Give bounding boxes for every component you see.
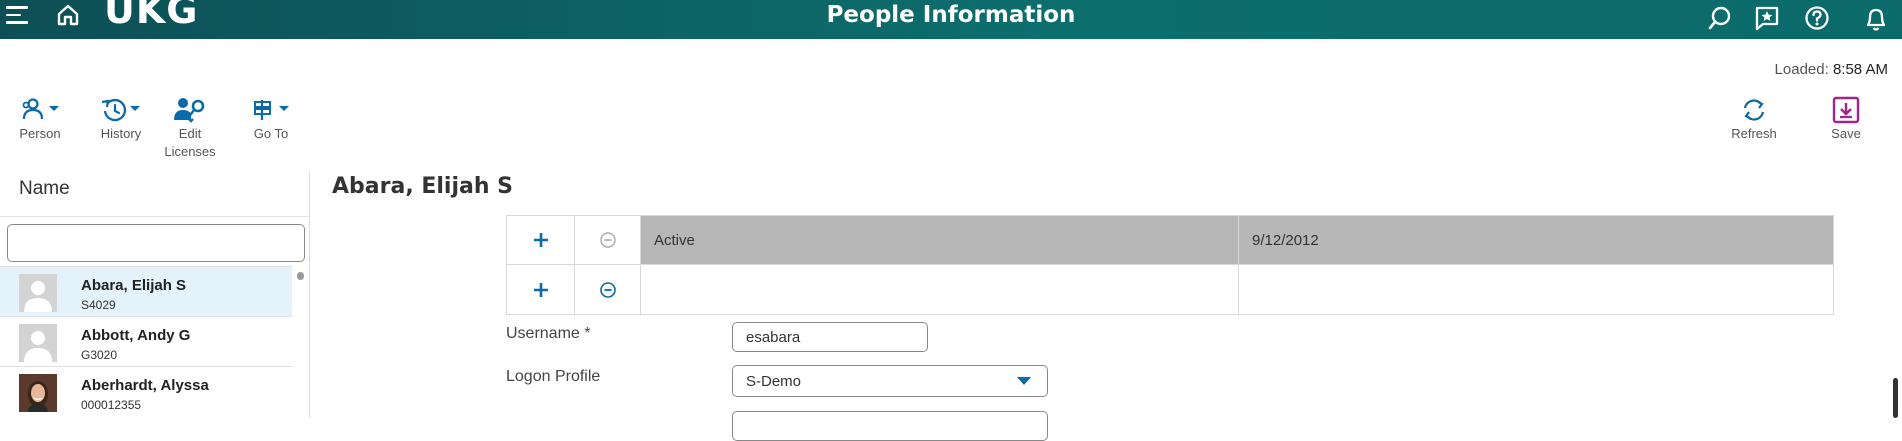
feedback-icon[interactable] [1754,5,1780,35]
save-button[interactable]: Save [1824,95,1868,143]
person-name: Abbott, Andy G [81,327,191,344]
add-row-button[interactable] [507,216,575,264]
goto-button[interactable]: Go To [250,95,292,143]
loaded-time: 8:58 AM [1832,61,1888,78]
search-icon[interactable] [1707,5,1733,35]
avatar [19,324,57,362]
refresh-label: Refresh [1731,126,1777,141]
notifications-icon[interactable] [1862,5,1890,37]
edit-licenses-button[interactable]: Edit Licenses [162,95,218,161]
help-icon[interactable] [1804,5,1830,35]
people-list-panel: Name Abara, Elijah S S4029 Abbott, Andy … [0,170,310,418]
status-cell[interactable]: Active [641,216,1239,264]
page-title: People Information [826,2,1076,28]
person-title: Abara, Elijah S [332,174,513,199]
person-icon [16,95,64,125]
chevron-down-icon [1017,377,1031,385]
history-button[interactable]: History [96,95,146,143]
plus-icon [533,282,548,297]
status-grid: Active 9/12/2012 [506,215,1834,315]
person-id: 000012355 [81,398,142,412]
list-item[interactable]: Abara, Elijah S S4029 [0,266,292,316]
person-button[interactable]: Person [16,95,64,143]
username-input[interactable]: esabara [732,322,928,352]
person-name: Abara, Elijah S [81,277,187,294]
name-filter-input[interactable] [7,224,305,262]
list-scrollbar[interactable] [297,272,304,280]
remove-row-button[interactable] [575,216,641,264]
logon-profile-value: S-Demo [746,372,802,390]
history-icon [96,95,146,125]
logon-profile-label: Logon Profile [506,368,601,385]
person-label: Person [19,126,61,141]
avatar [19,274,57,312]
add-row-button[interactable] [507,265,575,314]
plus-icon [533,233,548,247]
history-label: History [100,126,142,141]
next-field-input[interactable] [732,411,1048,441]
name-column-header[interactable]: Name [19,178,70,200]
person-id: S4029 [81,298,116,312]
save-icon [1824,95,1868,125]
person-id: G3020 [81,348,118,362]
top-header: UKG People Information [0,0,1902,39]
edit-licenses-label-1: Edit [178,126,202,141]
person-name: Aberhardt, Alyssa [81,377,209,394]
people-list: Abara, Elijah S S4029 Abbott, Andy G G30… [0,266,292,416]
loaded-label: Loaded: [1774,61,1829,78]
username-label: Username * [506,325,591,342]
refresh-button[interactable]: Refresh [1728,95,1780,143]
list-item[interactable]: Aberhardt, Alyssa 000012355 [0,366,292,416]
table-row[interactable] [506,265,1834,315]
goto-label: Go To [253,126,289,141]
minus-circle-icon [599,281,616,298]
loaded-timestamp: Loaded: 8:58 AM [1775,61,1888,78]
page-scrollbar[interactable] [1893,378,1898,418]
minus-circle-icon [599,232,616,248]
avatar-photo [19,374,57,412]
save-label: Save [1831,126,1861,141]
licenses-icon [162,95,218,125]
status-cell[interactable] [641,265,1239,314]
signpost-icon [250,95,292,125]
table-row[interactable]: Active 9/12/2012 [506,215,1834,265]
remove-row-button[interactable] [575,265,641,314]
edit-licenses-label-2: Licenses [164,144,216,159]
divider [0,216,310,217]
logon-profile-select[interactable]: S-Demo [732,365,1048,397]
date-cell[interactable]: 9/12/2012 [1239,216,1833,264]
date-cell[interactable] [1239,265,1833,314]
refresh-icon [1728,95,1780,125]
list-item[interactable]: Abbott, Andy G G3020 [0,316,292,366]
